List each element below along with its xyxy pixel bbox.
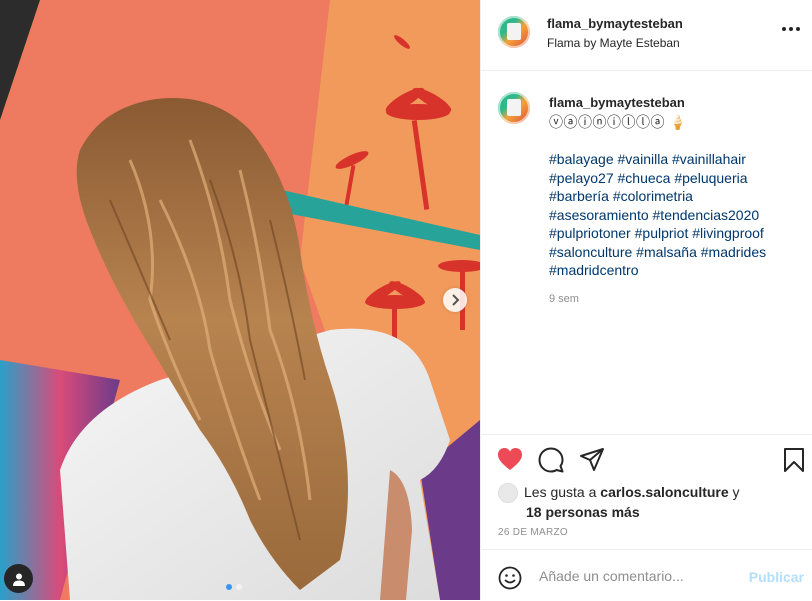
hashtag[interactable]: #salonculture <box>549 244 632 260</box>
next-image-button[interactable] <box>443 288 467 312</box>
hashtag[interactable]: #peluqueria <box>674 170 747 186</box>
hashtag[interactable]: #asesoramiento <box>549 207 649 223</box>
tagged-users-button[interactable] <box>4 564 33 593</box>
carousel-dot <box>236 584 242 590</box>
header-display-name[interactable]: Flama by Mayte Esteban <box>547 36 680 50</box>
hashtag[interactable]: #madridcentro <box>549 262 639 278</box>
more-options-icon[interactable] <box>778 23 804 35</box>
save-button[interactable] <box>783 447 805 478</box>
publish-button[interactable]: Publicar <box>749 569 804 585</box>
likes-others[interactable]: 18 personas más <box>498 503 740 521</box>
chevron-right-icon <box>452 294 460 306</box>
carousel-dot-active <box>226 584 232 590</box>
comment-input[interactable] <box>537 564 751 588</box>
hashtag[interactable]: #pelayo27 <box>549 170 614 186</box>
hashtag[interactable]: #pulpriot <box>635 225 689 241</box>
bookmark-icon <box>784 448 804 472</box>
action-bar: Les gusta a carlos.salonculture y 18 per… <box>481 434 812 550</box>
header-username[interactable]: flama_bymaytesteban <box>547 16 683 31</box>
avatar[interactable] <box>498 16 530 48</box>
comment-button[interactable] <box>538 447 564 478</box>
hashtag[interactable]: #madrides <box>701 244 766 260</box>
caption-text: ⓥⓐⓘⓝⓘⓛⓛⓐ 🍦 <box>549 114 688 130</box>
comment-icon <box>538 447 564 473</box>
comment-bar: Publicar <box>481 549 812 601</box>
like-button[interactable] <box>497 447 523 476</box>
caption-avatar[interactable] <box>498 92 530 124</box>
hashtag[interactable]: #chueca <box>618 170 671 186</box>
user-icon <box>12 573 25 586</box>
liker-username[interactable]: carlos.salonculture <box>600 484 728 500</box>
carousel-indicator <box>226 584 242 590</box>
hashtag[interactable]: #livingproof <box>692 225 764 241</box>
likes-summary: Les gusta a carlos.salonculture y 18 per… <box>498 483 740 521</box>
post-date[interactable]: 26 DE MARZO <box>498 527 568 538</box>
share-button[interactable] <box>579 447 605 478</box>
hashtag[interactable]: #balayage <box>549 151 614 167</box>
hashtag-list: #balayage #vainilla #vainillahair #pelay… <box>549 150 799 280</box>
emoji-button[interactable] <box>498 566 522 595</box>
caption-age: 9 sem <box>549 293 579 305</box>
likes-prefix: Les gusta a <box>524 484 601 500</box>
hashtag[interactable]: #malsaña <box>636 244 697 260</box>
likes-suffix: y <box>728 484 740 500</box>
hashtag[interactable]: #pulpriotoner <box>549 225 631 241</box>
post-sidebar: flama_bymaytesteban Flama by Mayte Esteb… <box>480 0 812 600</box>
hashtag[interactable]: #colorimetria <box>613 188 693 204</box>
hashtag[interactable]: #barbería <box>549 188 609 204</box>
send-icon <box>580 448 604 471</box>
post-image[interactable] <box>0 0 480 600</box>
hashtag[interactable]: #tendencias2020 <box>653 207 760 223</box>
liker-avatar <box>498 483 518 504</box>
hair-photo <box>0 0 480 600</box>
heart-icon <box>498 448 522 470</box>
smiley-icon <box>498 566 522 590</box>
post-header: flama_bymaytesteban Flama by Mayte Esteb… <box>481 0 812 71</box>
hashtag[interactable]: #vainilla <box>618 151 669 167</box>
caption-username[interactable]: flama_bymaytesteban <box>549 95 685 110</box>
hashtag[interactable]: #vainillahair <box>672 151 746 167</box>
